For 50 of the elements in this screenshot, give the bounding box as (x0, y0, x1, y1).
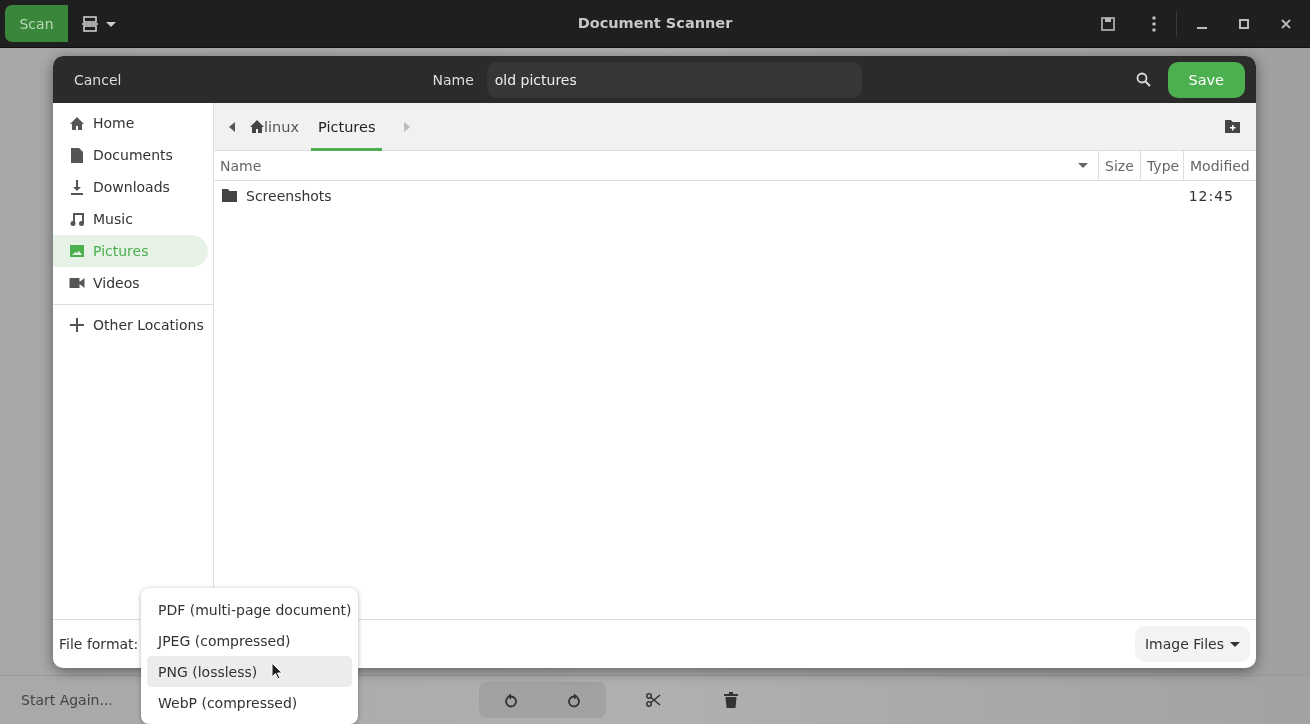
window-title: Document Scanner (577, 15, 733, 31)
name-label: Name (432, 71, 474, 88)
search-icon[interactable] (1135, 72, 1151, 87)
menu-item[interactable]: PDF (multi-page document) (147, 594, 352, 625)
cancel-button[interactable]: Cancel (63, 61, 133, 98)
path-segment[interactable]: Pictures (311, 102, 383, 151)
menu-item[interactable]: PNG (lossless) (147, 656, 352, 687)
sidebar-item[interactable]: Downloads (53, 171, 208, 203)
save-icon[interactable] (1101, 16, 1115, 31)
column-header[interactable]: Name (220, 157, 262, 174)
maximize-icon[interactable] (1239, 18, 1249, 29)
close-icon[interactable] (1281, 18, 1291, 29)
home-icon (250, 120, 264, 133)
file-name: Screenshots (246, 187, 332, 204)
other-locations-item[interactable]: Other Locations (53, 309, 208, 341)
back-arrow-icon[interactable] (229, 121, 235, 132)
column-header[interactable]: Modified (1183, 151, 1256, 180)
modified-time: 12:45 (1188, 187, 1234, 204)
path-segment[interactable]: linux (245, 102, 305, 151)
video-camera-icon (69, 278, 85, 288)
download-icon (69, 179, 85, 195)
rotate-left-icon[interactable] (503, 692, 518, 708)
file-filter-dropdown[interactable]: Image Files (1134, 626, 1250, 662)
file-row[interactable]: Screenshots 12:45 (214, 181, 1256, 210)
new-folder-icon[interactable] (1225, 120, 1240, 133)
sidebar-item[interactable]: Videos (53, 267, 208, 299)
column-header[interactable]: Type (1140, 151, 1183, 180)
scissors-icon[interactable] (645, 693, 661, 707)
home-icon (69, 116, 85, 130)
sidebar-item[interactable]: Home (53, 107, 208, 139)
menu-item[interactable]: WebP (compressed) (147, 687, 352, 718)
name-field[interactable]: old pictures (486, 61, 862, 98)
sidebar-item[interactable]: Music (53, 203, 208, 235)
sort-caret-icon[interactable] (1078, 163, 1088, 168)
caret-icon (1230, 641, 1240, 647)
folder-icon (222, 189, 237, 202)
mouse-pointer-icon (271, 662, 283, 680)
document-icon (69, 147, 85, 163)
rotate-right-icon[interactable] (567, 692, 582, 708)
file-format-label: File format: (59, 636, 139, 652)
sidebar-item[interactable]: Documents (53, 139, 208, 171)
trash-icon[interactable] (723, 692, 738, 708)
menu-item[interactable]: JPEG (compressed) (147, 625, 352, 656)
menu-icon[interactable] (1152, 15, 1156, 32)
scanner-caret-icon (82, 15, 118, 32)
picture-icon (69, 245, 85, 257)
plus-icon (69, 318, 85, 332)
music-note-icon (69, 212, 85, 226)
column-header[interactable]: Size (1098, 151, 1140, 180)
start-again-button[interactable]: Start Again... (10, 682, 124, 718)
